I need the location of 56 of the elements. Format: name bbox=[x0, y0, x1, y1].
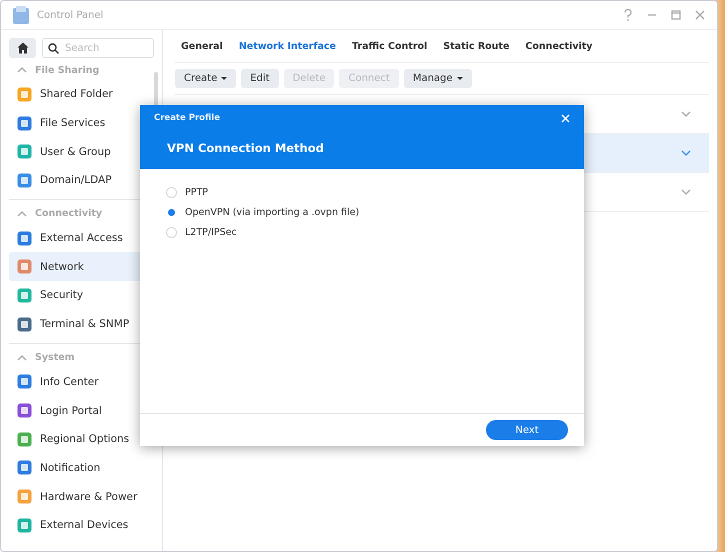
dialog-heading: VPN Connection Method bbox=[166, 140, 325, 155]
item-icon bbox=[17, 144, 32, 160]
toolbar-button[interactable]: Edit bbox=[241, 69, 279, 88]
chevron-down-icon[interactable] bbox=[681, 111, 691, 117]
item-icon bbox=[17, 518, 32, 533]
search-field[interactable]: Search bbox=[42, 38, 154, 58]
sidebar-item[interactable]: Notification bbox=[9, 454, 148, 482]
chevron-down-icon[interactable] bbox=[681, 189, 691, 195]
item-icon bbox=[17, 489, 32, 504]
tab[interactable]: Network Interface bbox=[238, 40, 336, 52]
sidebar-item[interactable]: Login Portal bbox=[9, 396, 148, 425]
sidebar-item[interactable]: Domain/LDAP bbox=[9, 166, 148, 195]
maximize-icon[interactable] bbox=[671, 10, 681, 20]
radio-button[interactable] bbox=[166, 187, 177, 198]
chevron-down-icon[interactable] bbox=[681, 150, 691, 156]
item-icon bbox=[17, 230, 32, 246]
next-button[interactable]: Next bbox=[486, 420, 568, 440]
sidebar-item[interactable]: Shared Folder bbox=[9, 80, 148, 109]
item-icon bbox=[17, 432, 32, 447]
sidebar-item[interactable]: Terminal & SNMP bbox=[9, 310, 148, 338]
sidebar-item[interactable]: External Devices bbox=[9, 510, 148, 540]
item-icon bbox=[17, 116, 32, 131]
item-icon bbox=[17, 460, 32, 476]
tab[interactable]: Traffic Control bbox=[352, 40, 428, 52]
option-label: L2TP/IPSec bbox=[185, 227, 237, 238]
home-icon bbox=[16, 42, 28, 54]
tab[interactable]: Connectivity bbox=[525, 40, 593, 52]
option-label: OpenVPN (via importing a .ovpn file) bbox=[185, 207, 360, 218]
app-logo-icon bbox=[13, 6, 29, 24]
sidebar-item[interactable]: Regional Options bbox=[9, 424, 148, 454]
option-label: PPTP bbox=[185, 187, 208, 198]
toolbar-button[interactable]: Create bbox=[175, 69, 236, 88]
help-icon[interactable] bbox=[623, 9, 633, 21]
radio-button[interactable] bbox=[166, 227, 177, 238]
item-icon bbox=[17, 403, 32, 418]
window-title: Control Panel bbox=[37, 10, 104, 20]
search-icon bbox=[48, 43, 59, 54]
item-icon bbox=[17, 316, 32, 332]
item-icon bbox=[17, 172, 32, 188]
item-icon bbox=[17, 86, 32, 102]
item-icon bbox=[17, 374, 32, 390]
item-icon bbox=[17, 288, 32, 303]
sidebar-item[interactable]: External Access bbox=[9, 224, 148, 252]
close-icon[interactable] bbox=[695, 10, 705, 20]
toolbar-button[interactable]: Manage bbox=[404, 69, 472, 88]
sidebar-item[interactable]: Info Center bbox=[9, 368, 148, 396]
tab[interactable]: General bbox=[181, 40, 223, 52]
sidebar-item[interactable]: Security bbox=[9, 281, 148, 310]
sidebar-item[interactable]: File Services bbox=[9, 108, 148, 138]
home-button[interactable] bbox=[9, 38, 36, 58]
radio-button[interactable] bbox=[166, 207, 177, 218]
sidebar-item[interactable]: User & Group bbox=[9, 137, 148, 166]
sidebar-item[interactable]: Hardware & Power bbox=[9, 482, 148, 511]
item-icon bbox=[17, 259, 32, 274]
dialog-title: Create Profile bbox=[154, 113, 220, 123]
tab[interactable]: Static Route bbox=[443, 40, 510, 52]
